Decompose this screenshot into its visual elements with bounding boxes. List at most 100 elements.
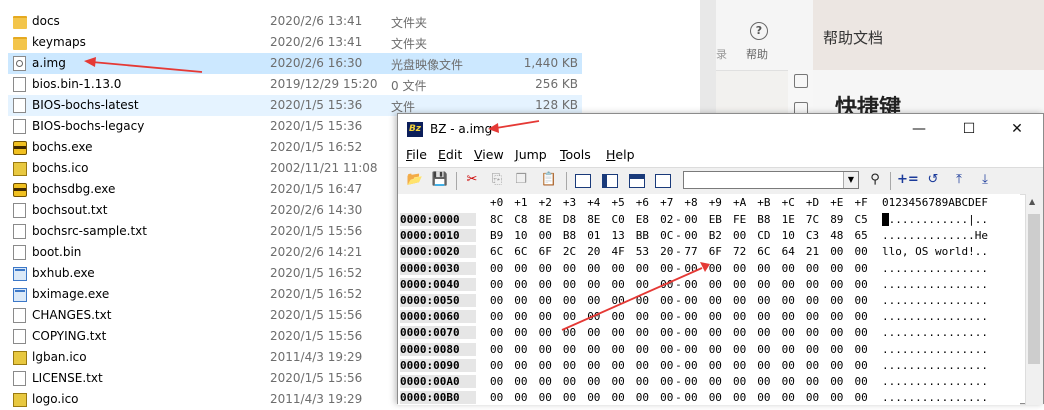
hex-byte[interactable]: 6F	[709, 245, 722, 258]
hex-byte[interactable]: 00	[660, 310, 673, 323]
hex-byte[interactable]: 00	[563, 375, 576, 388]
hex-byte[interactable]: 00	[660, 375, 673, 388]
hex-byte[interactable]: 00	[490, 262, 503, 275]
hex-byte[interactable]: 00	[855, 310, 868, 323]
hex-byte[interactable]: B9	[490, 229, 503, 242]
hex-byte[interactable]: 00	[733, 375, 746, 388]
hex-byte[interactable]: 00	[806, 278, 819, 291]
hex-byte[interactable]: 00	[563, 262, 576, 275]
view-columns-icon[interactable]	[655, 174, 671, 188]
hex-byte[interactable]: 00	[563, 326, 576, 339]
hex-byte[interactable]: EB	[709, 213, 722, 226]
hex-byte[interactable]: 00	[855, 262, 868, 275]
hex-byte[interactable]: 00	[782, 262, 795, 275]
hex-byte[interactable]: 72	[733, 245, 746, 258]
hex-byte[interactable]: 00	[587, 359, 600, 372]
view-single-icon[interactable]	[575, 174, 591, 188]
hex-byte[interactable]: 7C	[806, 213, 819, 226]
hex-byte[interactable]: 00	[563, 359, 576, 372]
hex-byte[interactable]: 00	[539, 310, 552, 323]
hex-byte[interactable]: 00	[563, 343, 576, 356]
hex-byte[interactable]: 77	[684, 245, 697, 258]
hex-byte[interactable]: 00	[757, 391, 770, 404]
hex-byte[interactable]: 00	[587, 278, 600, 291]
hex-byte[interactable]: 8E	[539, 213, 552, 226]
title-bar[interactable]: Bz BZ - a.img — ☐ ✕	[398, 114, 1043, 144]
hex-byte[interactable]: 20	[587, 245, 600, 258]
hex-byte[interactable]: 00	[539, 375, 552, 388]
hex-byte[interactable]: 00	[563, 310, 576, 323]
paste-icon[interactable]: 📋	[540, 171, 558, 189]
cut-icon[interactable]: ✂	[463, 171, 481, 189]
hex-byte[interactable]: 00	[733, 229, 746, 242]
hex-byte[interactable]: 00	[684, 213, 697, 226]
hex-byte[interactable]: 00	[806, 391, 819, 404]
hex-byte[interactable]: 21	[806, 245, 819, 258]
panel-icon[interactable]	[794, 74, 808, 88]
hex-byte[interactable]: 00	[757, 294, 770, 307]
hex-byte[interactable]: 00	[806, 294, 819, 307]
help-question-icon[interactable]: ?	[750, 22, 768, 40]
hex-byte[interactable]: 00	[830, 262, 843, 275]
hex-byte[interactable]: 00	[709, 310, 722, 323]
hex-byte[interactable]: 00	[855, 245, 868, 258]
menu-help[interactable]: Help	[606, 147, 635, 162]
hex-byte[interactable]: 00	[782, 326, 795, 339]
hex-byte[interactable]: 00	[514, 343, 527, 356]
hex-byte[interactable]: 00	[709, 294, 722, 307]
hex-byte[interactable]: 10	[514, 229, 527, 242]
open-icon[interactable]: 📂	[406, 171, 424, 189]
hex-byte[interactable]: 6C	[757, 245, 770, 258]
hex-byte[interactable]: 00	[684, 294, 697, 307]
hex-byte[interactable]: 00	[612, 262, 625, 275]
hex-byte[interactable]: 53	[636, 245, 649, 258]
hex-byte[interactable]: 10	[782, 229, 795, 242]
hex-byte[interactable]: 8E	[587, 213, 600, 226]
hex-byte[interactable]: 00	[636, 391, 649, 404]
view-split-horizontal-icon[interactable]	[629, 174, 645, 188]
hex-byte[interactable]: 00	[830, 375, 843, 388]
hex-byte[interactable]: 00	[514, 310, 527, 323]
scroll-up-icon[interactable]: ▲	[1029, 197, 1035, 206]
hex-byte[interactable]: 00	[855, 343, 868, 356]
hex-byte[interactable]: 00	[563, 294, 576, 307]
hex-byte[interactable]: 00	[684, 310, 697, 323]
scrollbar-thumb[interactable]	[1028, 214, 1040, 364]
hex-byte[interactable]: 00	[782, 343, 795, 356]
hex-byte[interactable]: 00	[539, 359, 552, 372]
hex-byte[interactable]: 1E	[782, 213, 795, 226]
hex-byte[interactable]: 48	[830, 229, 843, 242]
hex-byte[interactable]: 00	[830, 294, 843, 307]
search-combo[interactable]: ▼	[683, 171, 859, 189]
hex-ascii[interactable]: ................	[882, 294, 988, 307]
hex-ascii[interactable]: ................	[882, 375, 988, 388]
hex-byte[interactable]: BB	[636, 229, 649, 242]
hex-byte[interactable]: B8	[757, 213, 770, 226]
hex-ascii[interactable]: ................	[882, 359, 988, 372]
chevron-down-icon[interactable]: ▼	[843, 172, 858, 188]
hex-byte[interactable]: 00	[587, 294, 600, 307]
hex-ascii[interactable]: ................	[882, 326, 988, 339]
hex-byte[interactable]: 00	[490, 310, 503, 323]
hex-byte[interactable]: 00	[612, 326, 625, 339]
hex-byte[interactable]: 00	[709, 359, 722, 372]
hex-byte[interactable]: 00	[660, 343, 673, 356]
hex-byte[interactable]: 00	[757, 262, 770, 275]
hex-byte[interactable]: 00	[636, 278, 649, 291]
hex-byte[interactable]: 8C	[490, 213, 503, 226]
hex-byte[interactable]: 00	[684, 326, 697, 339]
hex-ascii[interactable]: ..............He	[882, 229, 988, 242]
minimize-button[interactable]: —	[896, 114, 942, 144]
jump-bottom-icon[interactable]: ⤓	[976, 171, 994, 189]
hex-byte[interactable]: 00	[830, 310, 843, 323]
hex-ascii[interactable]: ................	[882, 278, 988, 291]
hex-byte[interactable]: 00	[660, 278, 673, 291]
hex-byte[interactable]: 02	[660, 213, 673, 226]
hex-byte[interactable]: C8	[514, 213, 527, 226]
hex-byte[interactable]: 00	[806, 310, 819, 323]
find-icon[interactable]: ⚲	[866, 171, 884, 189]
hex-byte[interactable]: 00	[684, 278, 697, 291]
hex-byte[interactable]: 4F	[612, 245, 625, 258]
hex-byte[interactable]: 00	[490, 294, 503, 307]
hex-byte[interactable]: 00	[563, 391, 576, 404]
